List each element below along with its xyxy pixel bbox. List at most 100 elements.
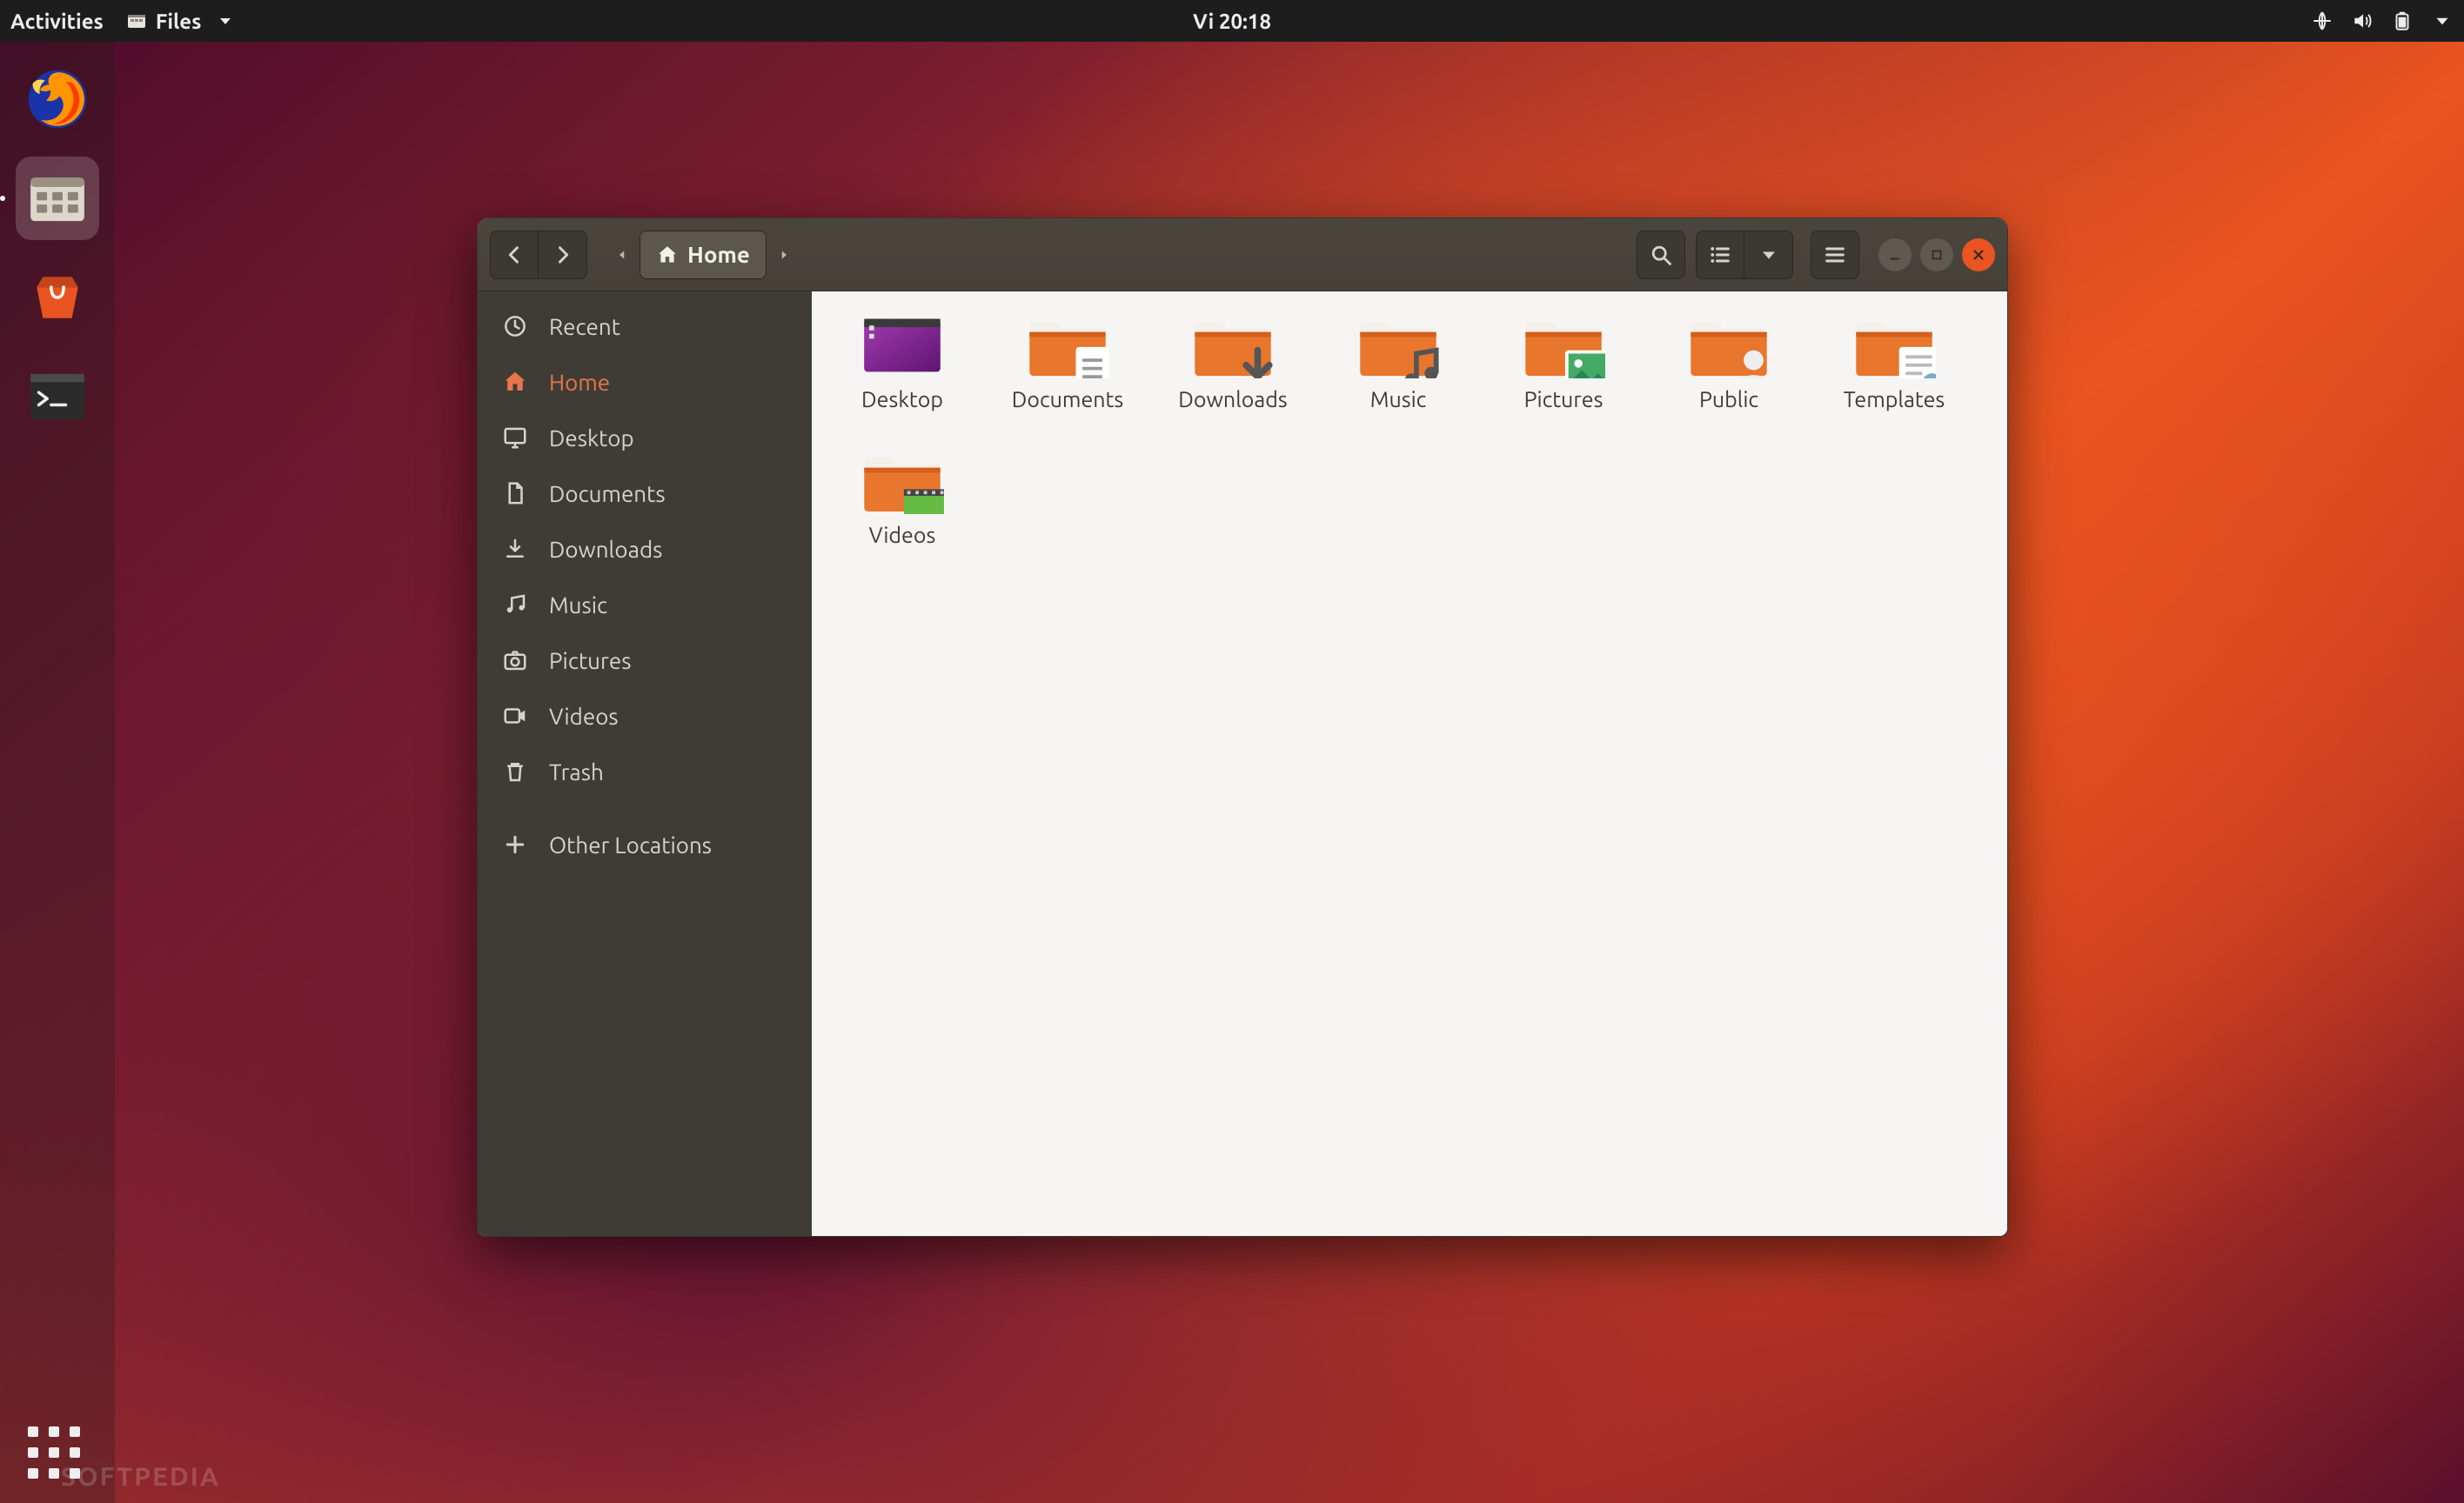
folder-icon bbox=[1191, 312, 1275, 378]
other-icon bbox=[502, 832, 528, 858]
folder-icon bbox=[860, 448, 944, 514]
dock-terminal[interactable] bbox=[16, 355, 99, 438]
file-item-desktop[interactable]: Desktop bbox=[838, 312, 967, 411]
view-options-button[interactable] bbox=[1744, 230, 1793, 279]
files-app-icon bbox=[126, 10, 147, 31]
window-close-button[interactable] bbox=[1962, 238, 1995, 271]
activities-button[interactable]: Activities bbox=[10, 10, 104, 33]
file-item-music[interactable]: Music bbox=[1334, 312, 1463, 411]
app-menu-label: Files bbox=[156, 10, 202, 33]
file-item-pictures[interactable]: Pictures bbox=[1499, 312, 1628, 411]
file-item-label: Downloads bbox=[1178, 387, 1287, 411]
list-view-icon bbox=[1708, 243, 1732, 267]
path-next-button[interactable] bbox=[767, 230, 801, 279]
dock bbox=[0, 42, 115, 1503]
pictures-icon bbox=[502, 647, 528, 673]
file-item-label: Videos bbox=[869, 523, 936, 547]
file-item-label: Pictures bbox=[1524, 387, 1604, 411]
sidebar-item-downloads[interactable]: Downloads bbox=[478, 521, 812, 577]
firefox-icon bbox=[24, 66, 90, 132]
sidebar-item-label: Recent bbox=[549, 314, 620, 339]
app-menu[interactable]: Files bbox=[126, 10, 237, 33]
sidebar-item-trash[interactable]: Trash bbox=[478, 744, 812, 799]
sidebar-item-label: Music bbox=[549, 592, 607, 618]
chevron-left-icon bbox=[502, 243, 526, 267]
window-minimize-button[interactable] bbox=[1878, 238, 1912, 271]
chevron-right-icon bbox=[551, 243, 575, 267]
sidebar-item-pictures[interactable]: Pictures bbox=[478, 632, 812, 688]
file-item-documents[interactable]: Documents bbox=[1003, 312, 1132, 411]
minimize-icon bbox=[1887, 247, 1903, 263]
sidebar-item-label: Home bbox=[549, 370, 610, 395]
sidebar: Recent Home Desktop Documents Downloads Music… bbox=[478, 291, 812, 1236]
sidebar-item-desktop[interactable]: Desktop bbox=[478, 410, 812, 465]
file-item-downloads[interactable]: Downloads bbox=[1168, 312, 1297, 411]
dock-files[interactable] bbox=[16, 157, 99, 240]
folder-icon bbox=[1687, 312, 1771, 378]
path-prev-button[interactable] bbox=[605, 230, 639, 279]
top-bar: Activities Files Vi 20:18 bbox=[0, 0, 2464, 42]
file-grid[interactable]: Desktop Documents Downloads Music Pictures Pu… bbox=[812, 291, 2007, 1236]
trash-icon bbox=[502, 758, 528, 785]
maximize-icon bbox=[1929, 247, 1945, 263]
sidebar-item-label: Other Locations bbox=[549, 832, 712, 858]
downloads-icon bbox=[502, 536, 528, 562]
volume-icon[interactable] bbox=[2351, 10, 2374, 32]
file-item-label: Documents bbox=[1012, 387, 1124, 411]
hamburger-menu-button[interactable] bbox=[1811, 230, 1859, 279]
sidebar-item-label: Desktop bbox=[549, 425, 634, 451]
sidebar-item-home[interactable]: Home bbox=[478, 354, 812, 410]
videos-icon bbox=[502, 703, 528, 729]
menu-icon bbox=[1823, 243, 1847, 267]
file-item-label: Public bbox=[1699, 387, 1758, 411]
file-item-public[interactable]: Public bbox=[1664, 312, 1793, 411]
close-icon bbox=[1971, 247, 1986, 263]
sidebar-item-label: Pictures bbox=[549, 648, 631, 673]
folder-icon bbox=[1852, 312, 1936, 378]
path-segment-home[interactable]: Home bbox=[639, 230, 767, 279]
path-bar: Home bbox=[605, 230, 801, 279]
sidebar-item-label: Downloads bbox=[549, 537, 662, 562]
desktop-folder-icon bbox=[860, 312, 944, 378]
dropdown-icon bbox=[215, 10, 236, 31]
music-icon bbox=[502, 591, 528, 618]
clock[interactable]: Vi 20:18 bbox=[1193, 10, 1271, 33]
files-window: Home Recent Home Desktop Documents Downloads… bbox=[477, 217, 2008, 1237]
dock-firefox[interactable] bbox=[16, 57, 99, 141]
terminal-icon bbox=[24, 364, 90, 430]
window-maximize-button[interactable] bbox=[1920, 238, 1953, 271]
titlebar[interactable]: Home bbox=[478, 218, 2007, 291]
sidebar-item-videos[interactable]: Videos bbox=[478, 688, 812, 744]
caret-down-icon bbox=[1757, 243, 1781, 267]
file-item-label: Music bbox=[1370, 387, 1427, 411]
sidebar-item-other[interactable]: Other Locations bbox=[478, 817, 812, 872]
system-menu-dropdown-icon[interactable] bbox=[2431, 10, 2454, 32]
sidebar-item-documents[interactable]: Documents bbox=[478, 465, 812, 521]
watermark: SOFTPEDIA bbox=[61, 1461, 220, 1491]
file-item-videos[interactable]: Videos bbox=[838, 448, 967, 547]
battery-icon[interactable] bbox=[2391, 10, 2414, 32]
folder-icon bbox=[1522, 312, 1605, 378]
network-icon[interactable] bbox=[2311, 10, 2333, 32]
nav-back-button[interactable] bbox=[490, 230, 539, 279]
folder-icon bbox=[1026, 312, 1109, 378]
nav-forward-button[interactable] bbox=[539, 230, 587, 279]
home-icon bbox=[502, 369, 528, 395]
desktop: Activities Files Vi 20:18 SOFTPEDIA bbox=[0, 0, 2464, 1503]
files-icon bbox=[24, 165, 90, 231]
sidebar-item-recent[interactable]: Recent bbox=[478, 298, 812, 354]
dock-software[interactable] bbox=[16, 256, 99, 339]
sidebar-item-music[interactable]: Music bbox=[478, 577, 812, 632]
search-button[interactable] bbox=[1637, 230, 1685, 279]
file-item-label: Templates bbox=[1844, 387, 1945, 411]
path-label: Home bbox=[687, 242, 750, 267]
view-list-button[interactable] bbox=[1696, 230, 1744, 279]
sidebar-item-label: Documents bbox=[549, 481, 666, 506]
search-icon bbox=[1649, 243, 1673, 267]
software-icon bbox=[24, 264, 90, 331]
file-item-templates[interactable]: Templates bbox=[1830, 312, 1958, 411]
sidebar-item-label: Trash bbox=[549, 759, 604, 785]
documents-icon bbox=[502, 480, 528, 506]
sidebar-item-label: Videos bbox=[549, 704, 619, 729]
folder-icon bbox=[1356, 312, 1440, 378]
